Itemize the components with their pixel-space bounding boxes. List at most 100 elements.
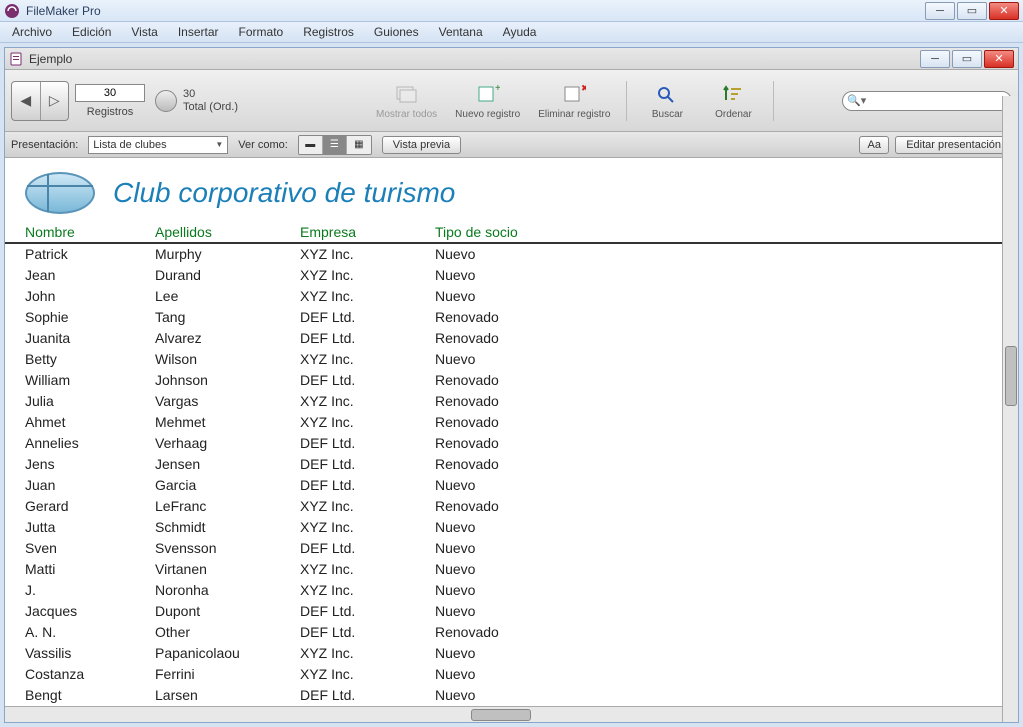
table-row[interactable]: BengtLarsenDEF Ltd.Nuevo — [25, 685, 998, 706]
table-cell: DEF Ltd. — [300, 328, 435, 349]
table-cell: XYZ Inc. — [300, 391, 435, 412]
table-cell: Costanza — [25, 664, 155, 685]
table-row[interactable]: BettyWilsonXYZ Inc.Nuevo — [25, 349, 998, 370]
table-row[interactable]: AhmetMehmetXYZ Inc.Renovado — [25, 412, 998, 433]
globe-icon — [25, 172, 95, 214]
table-cell: XYZ Inc. — [300, 517, 435, 538]
vscroll-thumb[interactable] — [1005, 346, 1017, 406]
table-body: PatrickMurphyXYZ Inc.NuevoJeanDurandXYZ … — [5, 244, 1018, 706]
table-cell: Renovado — [435, 412, 585, 433]
view-list-button[interactable]: ☰ — [323, 136, 347, 154]
table-cell: Nuevo — [435, 664, 585, 685]
app-logo-icon — [4, 3, 20, 19]
table-row[interactable]: GerardLeFrancXYZ Inc.Renovado — [25, 496, 998, 517]
sort-button[interactable]: Ordenar — [703, 79, 763, 122]
table-row[interactable]: PatrickMurphyXYZ Inc.Nuevo — [25, 244, 998, 265]
find-button[interactable]: Buscar — [637, 79, 697, 122]
format-text-button[interactable]: Aa — [859, 136, 889, 154]
document-title: Ejemplo — [29, 52, 916, 66]
table-cell: XYZ Inc. — [300, 349, 435, 370]
table-cell: Jens — [25, 454, 155, 475]
table-row[interactable]: MattiVirtanenXYZ Inc.Nuevo — [25, 559, 998, 580]
table-row[interactable]: SophieTangDEF Ltd.Renovado — [25, 307, 998, 328]
table-cell: DEF Ltd. — [300, 622, 435, 643]
current-record-input[interactable] — [75, 84, 145, 102]
app-titlebar: FileMaker Pro ─ ▭ ✕ — [0, 0, 1023, 22]
table-row[interactable]: SvenSvenssonDEF Ltd.Nuevo — [25, 538, 998, 559]
outer-minimize-button[interactable]: ─ — [925, 2, 955, 20]
menu-edicion[interactable]: Edición — [64, 23, 119, 41]
table-cell: Durand — [155, 265, 300, 286]
table-cell: Renovado — [435, 454, 585, 475]
view-table-button[interactable]: ▦ — [347, 136, 371, 154]
menu-registros[interactable]: Registros — [295, 23, 362, 41]
menu-ventana[interactable]: Ventana — [431, 23, 491, 41]
table-cell: Tang — [155, 307, 300, 328]
menu-archivo[interactable]: Archivo — [4, 23, 60, 41]
table-cell: Papanicolaou — [155, 643, 300, 664]
table-cell: XYZ Inc. — [300, 244, 435, 265]
layout-dropdown[interactable]: Lista de clubes ▼ — [88, 136, 228, 154]
table-cell: Matti — [25, 559, 155, 580]
table-cell: Gerard — [25, 496, 155, 517]
table-row[interactable]: A. N.OtherDEF Ltd.Renovado — [25, 622, 998, 643]
table-cell: Verhaag — [155, 433, 300, 454]
table-row[interactable]: WilliamJohnsonDEF Ltd.Renovado — [25, 370, 998, 391]
table-cell: Johnson — [155, 370, 300, 391]
table-cell: Vargas — [155, 391, 300, 412]
outer-maximize-button[interactable]: ▭ — [957, 2, 987, 20]
table-row[interactable]: AnneliesVerhaagDEF Ltd.Renovado — [25, 433, 998, 454]
prev-record-button[interactable]: ◀ — [12, 82, 41, 120]
table-row[interactable]: JuanitaAlvarezDEF Ltd.Renovado — [25, 328, 998, 349]
table-row[interactable]: JeanDurandXYZ Inc.Nuevo — [25, 265, 998, 286]
new-record-button[interactable]: + Nuevo registro — [449, 79, 526, 122]
layout-label: Presentación: — [11, 139, 78, 151]
table-cell: Juan — [25, 475, 155, 496]
table-row[interactable]: JuliaVargasXYZ Inc.Renovado — [25, 391, 998, 412]
doc-close-button[interactable]: ✕ — [984, 50, 1014, 68]
show-all-button[interactable]: Mostrar todos — [370, 79, 443, 122]
edit-layout-button[interactable]: Editar presentación — [895, 136, 1012, 154]
table-row[interactable]: JohnLeeXYZ Inc.Nuevo — [25, 286, 998, 307]
menu-vista[interactable]: Vista — [123, 23, 165, 41]
menu-guiones[interactable]: Guiones — [366, 23, 427, 41]
table-row[interactable]: JuttaSchmidtXYZ Inc.Nuevo — [25, 517, 998, 538]
table-cell: Dupont — [155, 601, 300, 622]
table-cell: XYZ Inc. — [300, 286, 435, 307]
menu-insertar[interactable]: Insertar — [170, 23, 227, 41]
view-form-button[interactable]: ▬ — [299, 136, 323, 154]
quick-search-box[interactable]: 🔍▾ — [842, 91, 1012, 111]
doc-minimize-button[interactable]: ─ — [920, 50, 950, 68]
table-row[interactable]: VassilisPapanicolaouXYZ Inc.Nuevo — [25, 643, 998, 664]
record-navigator: ◀ ▷ — [11, 81, 69, 121]
preview-button[interactable]: Vista previa — [382, 136, 461, 154]
delete-record-button[interactable]: ✖ Eliminar registro — [532, 79, 616, 122]
table-cell: Nuevo — [435, 244, 585, 265]
table-cell: XYZ Inc. — [300, 559, 435, 580]
table-row[interactable]: CostanzaFerriniXYZ Inc.Nuevo — [25, 664, 998, 685]
table-cell: Ahmet — [25, 412, 155, 433]
horizontal-scrollbar[interactable] — [5, 706, 1018, 722]
app-title: FileMaker Pro — [26, 4, 919, 18]
menu-ayuda[interactable]: Ayuda — [495, 23, 545, 41]
table-cell: DEF Ltd. — [300, 370, 435, 391]
table-cell: Nuevo — [435, 559, 585, 580]
table-row[interactable]: JensJensenDEF Ltd.Renovado — [25, 454, 998, 475]
next-record-button[interactable]: ▷ — [41, 82, 69, 120]
outer-close-button[interactable]: ✕ — [989, 2, 1019, 20]
table-cell: Nuevo — [435, 685, 585, 706]
table-cell: Alvarez — [155, 328, 300, 349]
svg-text:+: + — [495, 84, 500, 94]
table-row[interactable]: J.NoronhaXYZ Inc.Nuevo — [25, 580, 998, 601]
menu-formato[interactable]: Formato — [231, 23, 292, 41]
table-row[interactable]: JuanGarciaDEF Ltd.Nuevo — [25, 475, 998, 496]
table-cell: DEF Ltd. — [300, 685, 435, 706]
table-cell: William — [25, 370, 155, 391]
hscroll-thumb[interactable] — [471, 709, 531, 721]
table-cell: XYZ Inc. — [300, 496, 435, 517]
vertical-scrollbar[interactable] — [1002, 96, 1018, 722]
new-record-icon: + — [474, 81, 502, 107]
table-cell: Larsen — [155, 685, 300, 706]
table-row[interactable]: JacquesDupontDEF Ltd.Nuevo — [25, 601, 998, 622]
doc-maximize-button[interactable]: ▭ — [952, 50, 982, 68]
